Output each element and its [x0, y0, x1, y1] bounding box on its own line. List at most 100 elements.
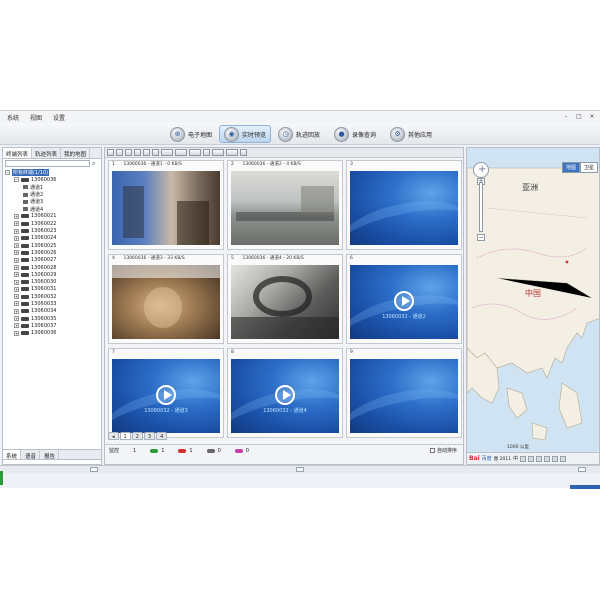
play-icon[interactable]: [212, 149, 224, 156]
expand-icon[interactable]: +: [14, 265, 19, 270]
toolbar-map-button[interactable]: ⊕ 电子地图: [166, 125, 216, 143]
auto-sort-checkbox[interactable]: 自动排序: [429, 447, 457, 454]
prev-page-icon[interactable]: ◂: [108, 432, 119, 440]
expand-icon[interactable]: +: [14, 272, 19, 278]
video-feed[interactable]: [350, 171, 458, 245]
play-icon[interactable]: [394, 290, 414, 311]
close-icon[interactable]: ×: [588, 113, 596, 120]
tree-vehicle[interactable]: +13060036: [5, 330, 99, 337]
expand-icon[interactable]: +: [14, 257, 19, 263]
minimize-icon[interactable]: –: [562, 113, 570, 120]
toolbar-track-button[interactable]: ◷ 轨迹回放: [274, 125, 324, 143]
mark-icon[interactable]: [528, 455, 535, 462]
collapse-icon[interactable]: −: [14, 177, 19, 183]
menu-system[interactable]: 系统: [7, 113, 19, 122]
tree-channel[interactable]: 通道1: [5, 184, 99, 191]
tree-vehicle[interactable]: +13060025: [5, 242, 99, 249]
map-type-map[interactable]: 地图: [561, 162, 580, 173]
pan-control-icon[interactable]: [473, 162, 489, 178]
video-cell[interactable]: 2 13060036 - 通道2 - 4 KB/S: [227, 160, 343, 250]
expand-icon[interactable]: +: [14, 286, 19, 292]
collapse-right-icon[interactable]: [578, 467, 586, 472]
tree-vehicle[interactable]: +13060032: [5, 293, 99, 300]
fullscreen-icon[interactable]: [152, 149, 159, 156]
tree-vehicle[interactable]: +13060029: [5, 271, 99, 278]
video-feed[interactable]: [112, 171, 220, 245]
tree-vehicle[interactable]: − 13060036: [5, 176, 99, 183]
collapse-left-icon[interactable]: [90, 467, 98, 472]
layout-4-icon[interactable]: [116, 149, 123, 156]
tree-vehicle[interactable]: +13060022: [5, 220, 99, 227]
tab-report[interactable]: 报告: [41, 450, 60, 460]
expand-icon[interactable]: +: [14, 213, 19, 219]
expand-icon[interactable]: +: [14, 279, 19, 285]
print-icon[interactable]: [536, 455, 543, 462]
video-feed[interactable]: 13060032 - 通道3: [112, 359, 220, 433]
video-cell[interactable]: 5 13060036 - 通道4 - 20 KB/S: [227, 254, 343, 344]
play-icon[interactable]: [275, 384, 295, 405]
video-feed[interactable]: [231, 265, 339, 339]
tree-vehicle[interactable]: +13060031: [5, 286, 99, 293]
menu-settings[interactable]: 设置: [53, 113, 65, 122]
video-feed[interactable]: 13060032 - 通道2: [350, 265, 458, 339]
collapse-bottom-icon[interactable]: [296, 467, 304, 472]
measure-icon[interactable]: [520, 455, 527, 462]
vehicle-marker[interactable]: [565, 260, 569, 264]
page-tab-2[interactable]: 2: [131, 432, 143, 440]
tab-my-map[interactable]: 我的地图: [61, 148, 91, 158]
tree-vehicle[interactable]: +13060035: [5, 315, 99, 322]
tab-track-list[interactable]: 轨迹列表: [32, 148, 62, 158]
maximize-icon[interactable]: □: [575, 113, 583, 120]
layout-16-icon[interactable]: [143, 149, 150, 156]
zoom-out-icon[interactable]: −: [477, 234, 485, 241]
play-icon[interactable]: [156, 384, 176, 405]
video-feed[interactable]: [350, 359, 458, 433]
expand-icon[interactable]: +: [14, 294, 19, 300]
tree-channel[interactable]: 通道2: [5, 191, 99, 198]
video-cell[interactable]: 8 13060032 - 通道4: [227, 348, 343, 438]
expand-icon[interactable]: +: [14, 228, 19, 234]
video-cell[interactable]: 7 13060032 - 通道3: [108, 348, 224, 438]
settings-icon[interactable]: [240, 149, 247, 156]
expand-icon[interactable]: +: [14, 308, 19, 314]
tree-channel[interactable]: 通道3: [5, 198, 99, 205]
expand-icon[interactable]: +: [14, 330, 19, 336]
video-cell[interactable]: 4 13060036 - 通道3 - 33 KB/S: [108, 254, 224, 344]
toolbar-live-preview-button[interactable]: ◉ 实时预览: [219, 125, 272, 143]
expand-icon[interactable]: +: [14, 301, 19, 307]
zoom-slider[interactable]: [479, 182, 483, 232]
page-tab-3[interactable]: 3: [143, 432, 156, 440]
menu-view[interactable]: 视图: [30, 113, 42, 122]
expand-icon[interactable]: +: [14, 323, 19, 329]
tree-vehicle[interactable]: +13060021: [5, 213, 99, 220]
video-cell[interactable]: 9: [346, 348, 462, 438]
tab-terminal-list[interactable]: 终端列表: [3, 148, 33, 158]
stop-icon[interactable]: [226, 149, 238, 156]
record-icon[interactable]: [175, 149, 187, 156]
volume-icon[interactable]: [203, 149, 210, 156]
map-canvas[interactable]: [467, 148, 600, 452]
tree-vehicle[interactable]: +13060023: [5, 227, 99, 234]
toolbar-other-button[interactable]: ⚙ 其他应用: [386, 125, 436, 143]
layout-6-icon[interactable]: [125, 149, 132, 156]
talk-icon[interactable]: [189, 149, 201, 156]
map-panel[interactable]: 地图 卫星 + − 亚洲 中国 1000 公里 Bai 百度 图 2011 中: [466, 147, 600, 465]
search-input[interactable]: [5, 160, 90, 167]
tree-vehicle[interactable]: +13060028: [5, 264, 99, 271]
layout-1-icon[interactable]: [107, 149, 114, 156]
expand-icon[interactable]: +: [14, 316, 19, 322]
expand-icon[interactable]: +: [14, 250, 19, 256]
checkbox-icon[interactable]: [429, 448, 435, 453]
search-map-icon[interactable]: [544, 455, 551, 462]
tree-vehicle[interactable]: +13060026: [5, 249, 99, 256]
search-icon[interactable]: ⌕: [92, 160, 99, 167]
toolbar-record-button[interactable]: ● 录像查询: [330, 125, 380, 143]
tree-vehicle[interactable]: +13060037: [5, 322, 99, 329]
video-feed[interactable]: [231, 171, 339, 245]
traffic-icon[interactable]: [552, 455, 559, 462]
expand-icon[interactable]: +: [14, 221, 19, 227]
collapse-icon[interactable]: −: [5, 170, 10, 176]
tree-vehicle[interactable]: +13060024: [5, 235, 99, 242]
video-cell[interactable]: 3: [346, 160, 462, 250]
tree-vehicle[interactable]: +13060030: [5, 278, 99, 285]
